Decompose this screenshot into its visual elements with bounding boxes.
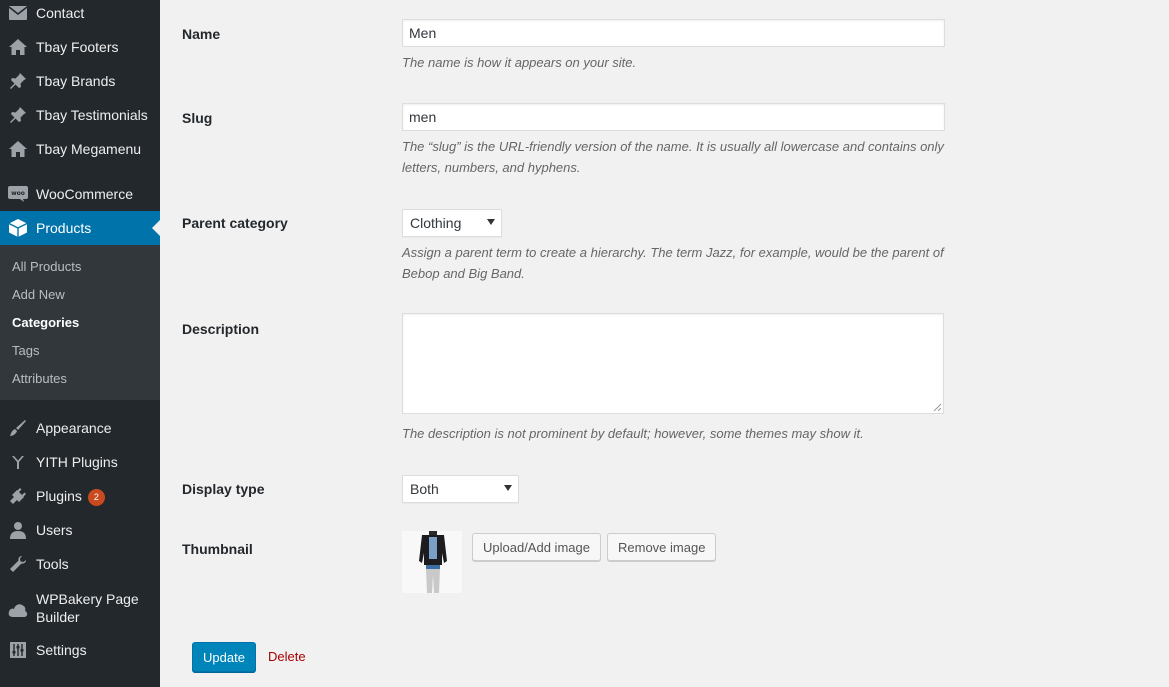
home-icon [8, 37, 28, 57]
menu-label: Tools [36, 556, 69, 572]
update-count-badge: 2 [87, 488, 105, 506]
upload-image-button[interactable]: Upload/Add image [472, 533, 601, 561]
menu-label: Tbay Brands [36, 73, 116, 89]
description-help-text: The description is not prominent by defa… [402, 426, 864, 441]
parent-help-line2: Bebop and Big Band. [402, 266, 525, 281]
products-submenu: All Products Add New Categories Tags Att… [0, 245, 160, 400]
display-type-select[interactable]: Both [402, 475, 519, 503]
slug-field[interactable] [402, 103, 945, 131]
submenu-item-categories[interactable]: Categories [12, 315, 79, 330]
submenu-item-attributes[interactable]: Attributes [12, 371, 67, 386]
menu-label: Users [36, 522, 73, 538]
menu-label: Plugins 2 [36, 487, 105, 506]
menu-label: Products [36, 220, 92, 236]
menu-label: WooCommerce [36, 186, 133, 202]
menu-item-tbay-testimonials[interactable]: Tbay Testimonials [0, 98, 160, 132]
parent-help-text: Assign a parent term to create a hierarc… [402, 242, 982, 284]
svg-text:woo: woo [11, 190, 25, 197]
display-type-value: Both [410, 481, 439, 497]
remove-image-button[interactable]: Remove image [607, 533, 717, 561]
delete-link[interactable]: Delete [268, 649, 306, 664]
menu-label: Tbay Footers [36, 39, 119, 55]
menu-item-users[interactable]: Users [0, 513, 160, 547]
chevron-down-icon [487, 219, 495, 225]
slug-label: Slug [182, 110, 213, 126]
thumbnail-image [402, 531, 462, 593]
submenu-item-tags[interactable]: Tags [12, 343, 39, 358]
menu-label-line1: WPBakery Page [36, 591, 139, 607]
menu-label: Tbay Megamenu [36, 141, 142, 157]
update-button[interactable]: Update [192, 642, 256, 672]
box-icon [8, 218, 28, 238]
woocommerce-icon: woo [8, 184, 28, 204]
cloud-icon [8, 600, 28, 620]
submenu-item-add-new[interactable]: Add New [12, 287, 65, 302]
thumbnail-label: Thumbnail [182, 541, 253, 557]
menu-item-appearance[interactable]: Appearance [0, 411, 160, 445]
plug-icon [8, 486, 28, 506]
parent-category-value: Clothing [410, 215, 462, 231]
user-icon [8, 520, 28, 540]
slug-help-line2: letters, numbers, and hyphens. [402, 160, 581, 175]
menu-item-woocommerce[interactable]: woo WooCommerce [0, 177, 160, 211]
pin-icon [8, 71, 28, 91]
menu-label: Settings [36, 642, 87, 658]
parent-help-line1: Assign a parent term to create a hierarc… [402, 245, 944, 260]
resize-handle-icon[interactable] [933, 403, 941, 411]
menu-item-tools[interactable]: Tools [0, 547, 160, 581]
menu-item-wpbakery[interactable]: WPBakery Page Builder [0, 588, 160, 628]
description-textarea[interactable] [402, 313, 944, 414]
menu-label: YITH Plugins [36, 454, 118, 470]
menu-item-plugins[interactable]: Plugins 2 [0, 479, 160, 513]
menu-item-products[interactable]: Products [0, 211, 160, 245]
name-label: Name [182, 26, 221, 42]
admin-sidebar: Contact Tbay Footers Tbay Brands Tbay Te… [0, 0, 160, 687]
chevron-down-icon [504, 485, 512, 491]
menu-item-tbay-brands[interactable]: Tbay Brands [0, 64, 160, 98]
menu-item-contact[interactable]: Contact [0, 0, 160, 30]
menu-item-tbay-megamenu[interactable]: Tbay Megamenu [0, 132, 160, 166]
menu-item-yith-plugins[interactable]: YITH Plugins [0, 445, 160, 479]
envelope-icon [8, 3, 28, 23]
slug-help-line1: The “slug” is the URL-friendly version o… [402, 139, 944, 154]
pin-icon [8, 105, 28, 125]
yith-icon [8, 452, 28, 472]
menu-label: Tbay Testimonials [36, 107, 148, 123]
settings-sliders-icon [8, 640, 28, 660]
menu-label-line2: Builder [36, 609, 80, 625]
name-field[interactable] [402, 19, 945, 47]
description-label: Description [182, 321, 260, 337]
menu-label: WPBakery Page Builder [36, 590, 139, 626]
submenu-item-all-products[interactable]: All Products [12, 259, 81, 274]
menu-label-text: Plugins [36, 487, 82, 504]
brush-icon [8, 418, 28, 438]
parent-category-label: Parent category [182, 215, 288, 231]
wrench-icon [8, 554, 28, 574]
slug-help-text: The “slug” is the URL-friendly version o… [402, 136, 982, 178]
name-help-text: The name is how it appears on your site. [402, 55, 637, 70]
display-type-label: Display type [182, 481, 265, 497]
menu-item-tbay-footers[interactable]: Tbay Footers [0, 30, 160, 64]
menu-label: Contact [36, 5, 85, 21]
menu-item-settings[interactable]: Settings [0, 633, 160, 667]
menu-label: Appearance [36, 420, 112, 436]
home-icon [8, 139, 28, 159]
parent-category-select[interactable]: Clothing [402, 209, 502, 237]
